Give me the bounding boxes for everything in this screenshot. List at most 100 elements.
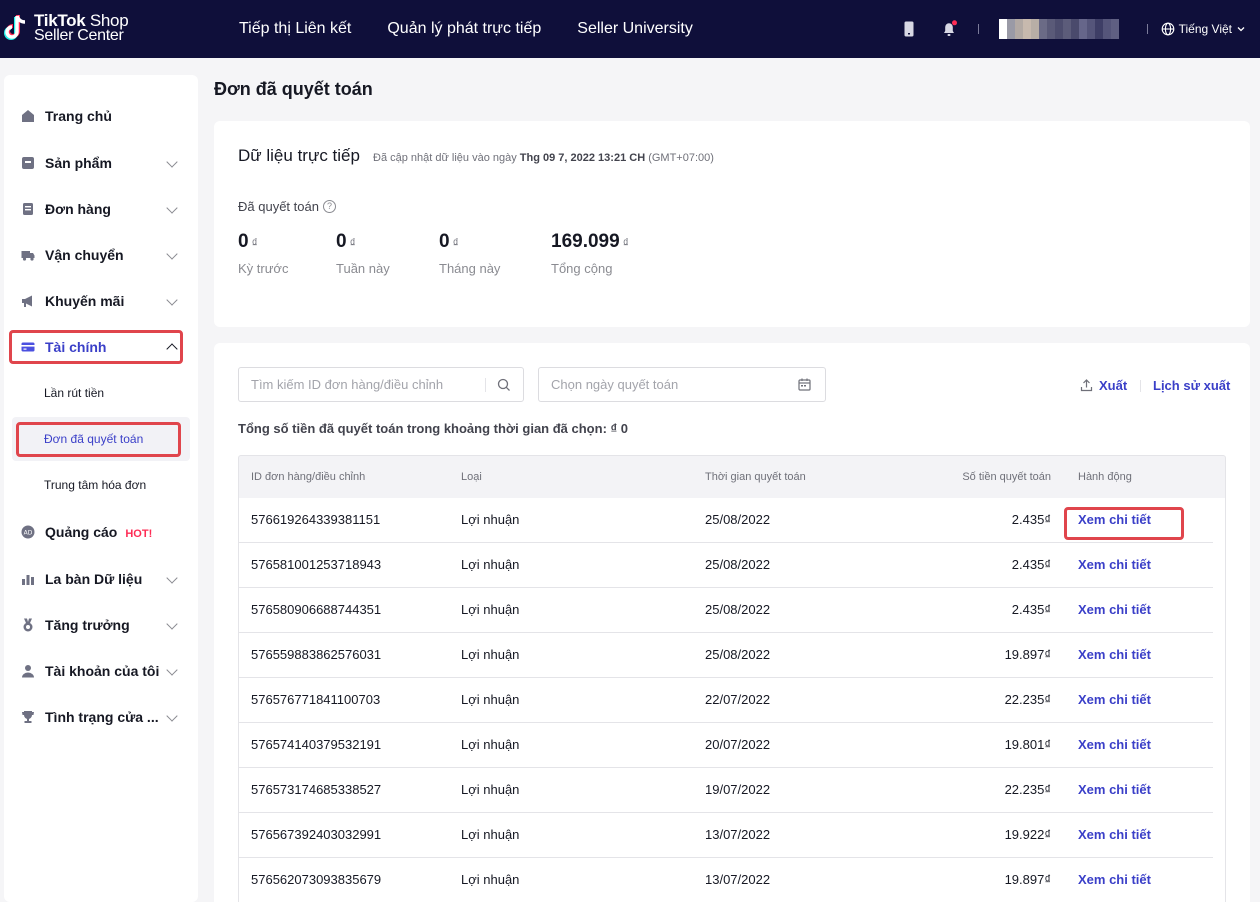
top-bar: TikTok Shop Seller Center Tiếp thị Liên … (0, 0, 1260, 58)
cell-settlement-date: 25/08/2022 (705, 647, 771, 662)
chevron-down-icon (166, 202, 178, 214)
chart-icon (22, 575, 34, 585)
view-details-link[interactable]: Xem chi tiết (1078, 872, 1151, 887)
column-header-action: Hành động (1078, 471, 1132, 483)
column-header-type: Loại (461, 471, 482, 483)
settled-label-text: Đã quyết toán (238, 199, 319, 214)
sidebar-item-orders[interactable]: Đơn hàng (4, 192, 198, 226)
cell-amount: 19.897₫ (1004, 647, 1051, 662)
sidebar-item-label: Đơn hàng (45, 201, 111, 217)
truck-icon (21, 251, 35, 261)
cell-settlement-date: 13/07/2022 (705, 827, 771, 842)
table-row: 576567392403032991 Lợi nhuận 13/07/2022 19.… (238, 813, 1226, 858)
sidebar-item-shop-health[interactable]: Tình trạng cửa ... (4, 700, 198, 734)
cell-type: Lợi nhuận (461, 782, 520, 797)
svg-text:AD: AD (24, 529, 33, 536)
search-input[interactable]: Tìm kiếm ID đơn hàng/điều chỉnh (238, 367, 524, 402)
view-details-link[interactable]: Xem chi tiết (1078, 602, 1151, 617)
view-details-link[interactable]: Xem chi tiết (1078, 782, 1151, 797)
stat-label: Tháng này (439, 261, 501, 276)
cell-type: Lợi nhuận (461, 737, 520, 752)
page-title: Đơn đã quyết toán (214, 79, 373, 99)
cell-order-id: 576559883862576031 (251, 647, 382, 662)
nav-seller-university[interactable]: Seller University (577, 20, 693, 38)
sidebar-item-my-account[interactable]: Tài khoản của tôi (4, 654, 198, 688)
stat-this-month: 0 ₫ Tháng này (439, 231, 500, 276)
ad-icon: AD (21, 525, 35, 539)
medal-icon (23, 618, 33, 632)
sidebar-item-label: La bàn Dữ liệu (45, 571, 143, 587)
cell-order-id: 576567392403032991 (251, 827, 382, 842)
tiktok-logo-icon (4, 15, 26, 40)
chevron-down-icon (166, 572, 178, 584)
cell-type: Lợi nhuận (461, 557, 520, 572)
user-icon (22, 665, 34, 678)
account-avatar[interactable] (998, 19, 1119, 39)
stat-value: 0 (336, 231, 347, 252)
sidebar-item-promotions[interactable]: Khuyến mãi (4, 284, 198, 318)
table-row: 576573174685338527 Lợi nhuận 19/07/2022 22.… (238, 768, 1226, 813)
column-header-settlement-time: Thời gian quyết toán (705, 471, 806, 483)
order-icon (23, 203, 33, 215)
sidebar-item-growth[interactable]: Tăng trưởng (4, 608, 198, 642)
sidebar-item-label: Quảng cáo HOT! (45, 524, 152, 540)
bell-icon[interactable] (940, 20, 958, 38)
product-icon (22, 157, 34, 169)
sidebar-item-home[interactable]: Trang chủ (4, 99, 198, 133)
divider (1146, 24, 1148, 34)
view-details-link[interactable]: Xem chi tiết (1078, 827, 1151, 842)
settled-label: Đã quyết toán? (238, 199, 336, 214)
sidebar: Trang chủ Sản phẩm Đơn hàng Vận chuyển K… (4, 75, 198, 902)
settlement-date-picker[interactable]: Chọn ngày quyết toán (538, 367, 826, 402)
search-icon[interactable] (497, 378, 511, 392)
updated-timezone: (GMT+07:00) (645, 152, 714, 164)
cell-type: Lợi nhuận (461, 692, 520, 707)
help-icon[interactable]: ? (322, 200, 336, 213)
cell-order-id: 576562073093835679 (251, 872, 382, 887)
export-history-link[interactable]: Lịch sử xuất (1153, 378, 1230, 393)
table-row: 576580906688744351 Lợi nhuận 25/08/2022 2.4… (238, 588, 1226, 633)
cell-type: Lợi nhuận (461, 827, 520, 842)
nav-live-management[interactable]: Quản lý phát trực tiếp (387, 20, 541, 38)
sidebar-subitem-invoice-center[interactable]: Trung tâm hóa đơn (44, 478, 146, 492)
sidebar-item-data-compass[interactable]: La bàn Dữ liệu (4, 562, 198, 596)
search-placeholder: Tìm kiếm ID đơn hàng/điều chỉnh (251, 377, 444, 392)
view-details-link[interactable]: Xem chi tiết (1078, 557, 1151, 572)
sidebar-item-ads[interactable]: AD Quảng cáo HOT! (4, 515, 198, 549)
stat-label: Kỳ trước (238, 261, 289, 276)
stat-value: 0 (238, 231, 249, 252)
tiktok-shop-logo[interactable]: TikTok Shop Seller Center (4, 12, 129, 44)
table-row: 576574140379532191 Lợi nhuận 20/07/2022 19.… (238, 723, 1226, 768)
cell-order-id: 576580906688744351 (251, 602, 382, 617)
chevron-down-icon (166, 156, 178, 168)
table-header: ID đơn hàng/điều chỉnh Loại Thời gian qu… (238, 455, 1226, 498)
cell-amount: 19.922₫ (1004, 827, 1051, 842)
trophy-icon (22, 711, 34, 723)
stat-value: 169.099 (551, 231, 620, 252)
cell-amount: 22.235₫ (1004, 692, 1051, 707)
stat-total: 169.099 ₫ Tổng cộng (551, 231, 629, 276)
view-details-link[interactable]: Xem chi tiết (1078, 692, 1151, 707)
sidebar-item-products[interactable]: Sản phẩm (4, 146, 198, 180)
sidebar-subitem-withdrawals[interactable]: Lần rút tiền (44, 386, 104, 400)
currency-symbol: ₫ (622, 236, 629, 250)
sidebar-item-shipping[interactable]: Vận chuyển (4, 238, 198, 272)
hot-badge: HOT! (125, 528, 153, 540)
top-right-tools: Tiếng Việt (900, 0, 1260, 58)
home-icon (22, 110, 34, 122)
nav-affiliate-marketing[interactable]: Tiếp thị Liên kết (239, 20, 351, 38)
cell-settlement-date: 22/07/2022 (705, 692, 771, 707)
chevron-down-icon (166, 248, 178, 260)
cell-settlement-date: 25/08/2022 (705, 512, 771, 527)
cell-type: Lợi nhuận (461, 872, 520, 887)
chevron-down-icon (166, 710, 178, 722)
view-details-link[interactable]: Xem chi tiết (1078, 737, 1151, 752)
export-button[interactable]: Xuất (1080, 378, 1127, 393)
language-selector[interactable]: Tiếng Việt (1161, 22, 1246, 36)
cell-settlement-date: 20/07/2022 (705, 737, 771, 752)
mobile-icon[interactable] (900, 20, 918, 38)
view-details-link[interactable]: Xem chi tiết (1078, 647, 1151, 662)
megaphone-icon (22, 295, 32, 307)
globe-icon (1161, 22, 1174, 36)
sidebar-item-label: Tăng trưởng (45, 617, 130, 633)
